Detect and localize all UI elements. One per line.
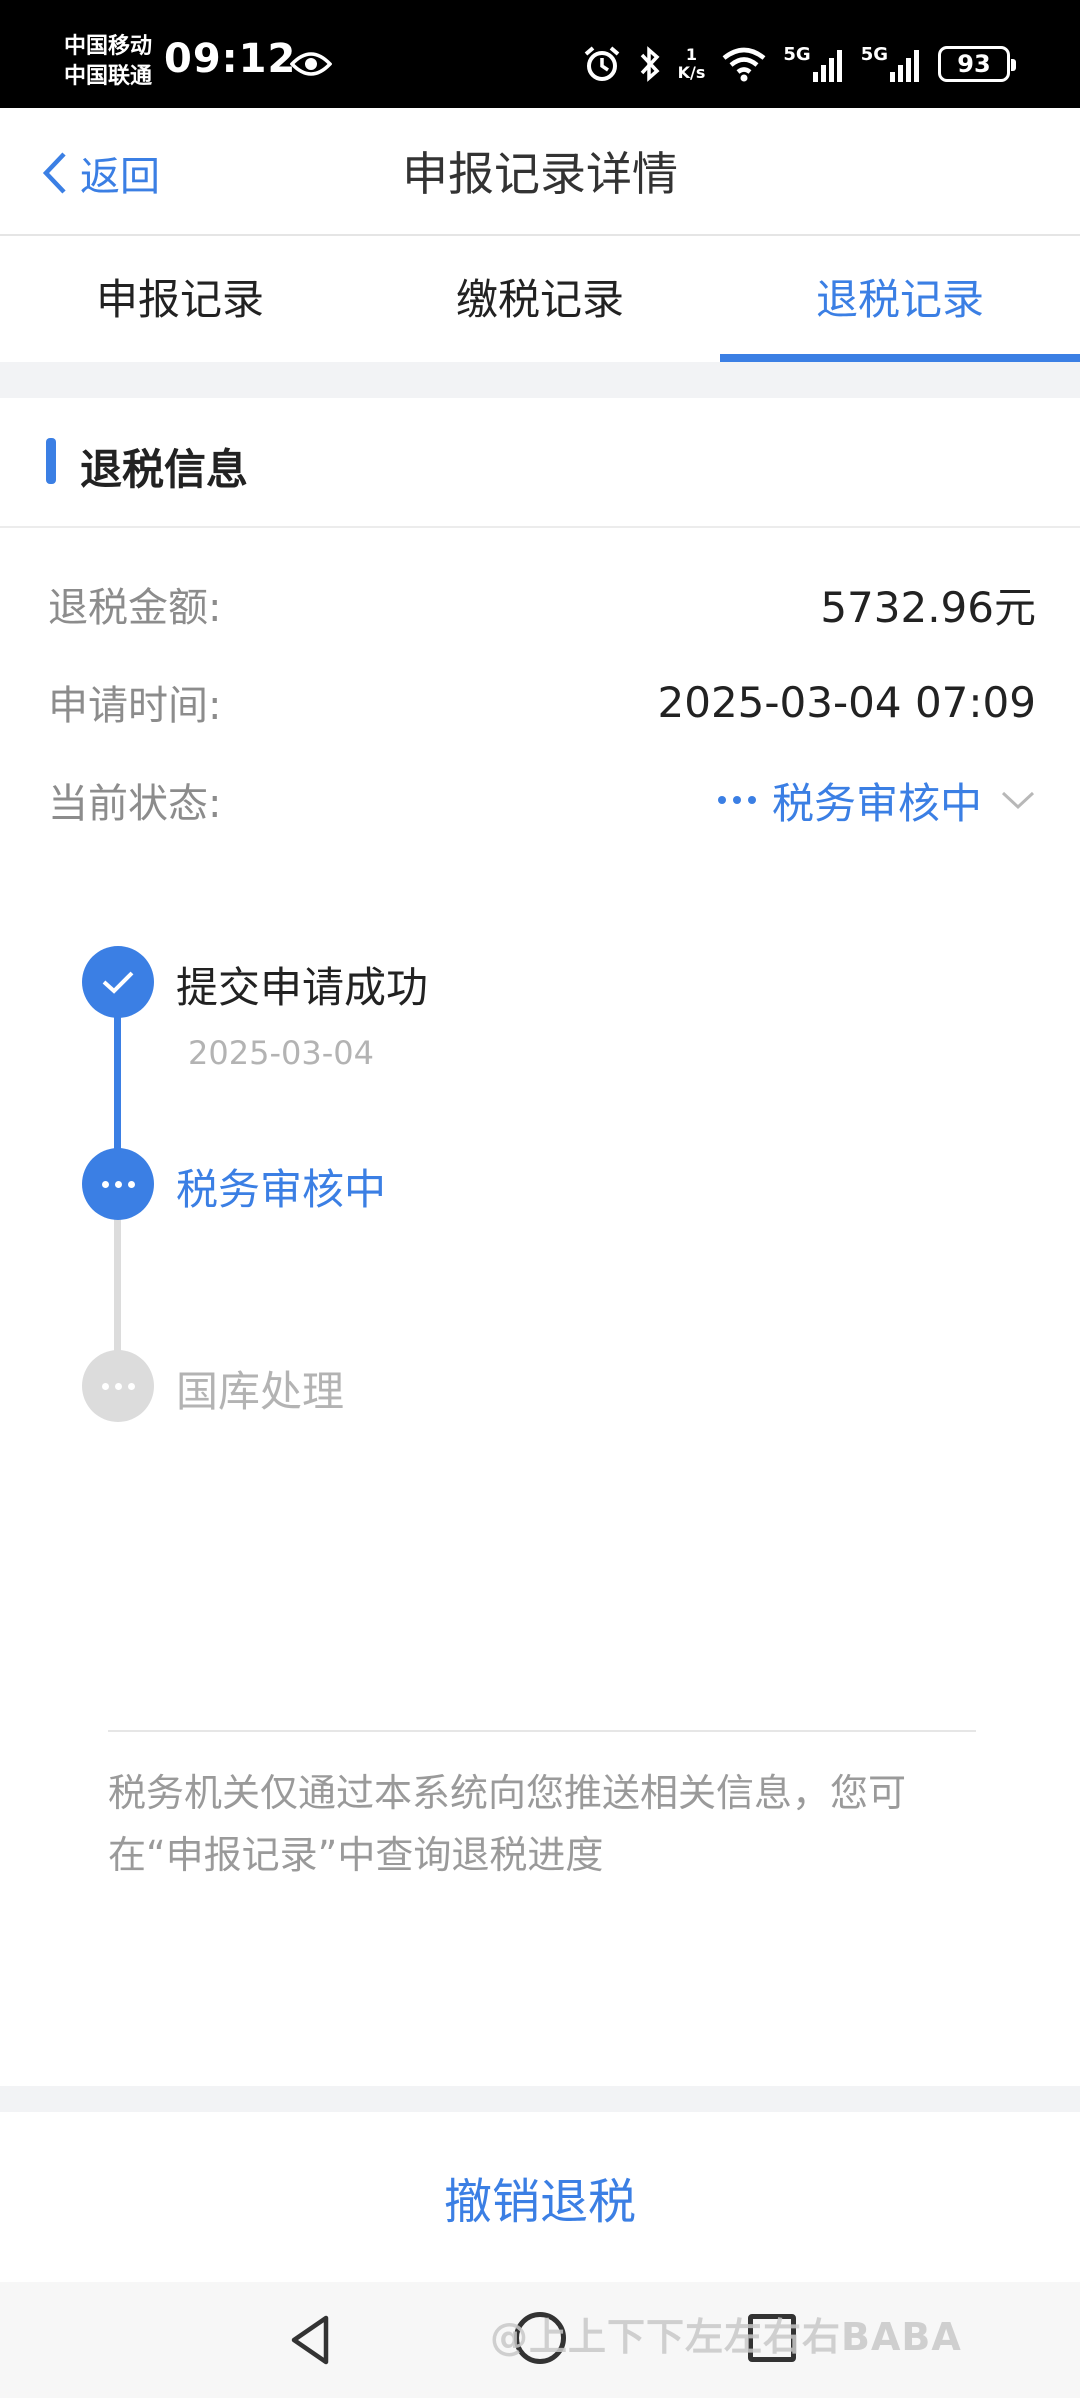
section-accent-bar <box>46 438 56 484</box>
watermark: @上上下下左左右右BABA <box>490 2315 962 2359</box>
record-tabs: 申报记录 缴税记录 退税记录 <box>0 238 1080 362</box>
signal-2-label: 5G <box>860 44 888 65</box>
step-current-node <box>82 1148 154 1220</box>
timeline-connector-pending <box>114 1218 121 1368</box>
speed-unit: K/s <box>677 63 706 82</box>
bluetooth-icon <box>640 46 660 82</box>
tab-declaration-records[interactable]: 申报记录 <box>0 238 360 362</box>
status-time: 09:12 <box>164 36 297 82</box>
step-1-title: 提交申请成功 <box>176 963 429 1012</box>
step-done-node <box>82 946 154 1018</box>
notice-divider <box>108 1730 976 1732</box>
alarm-icon <box>584 46 619 81</box>
section-header: 退税信息 <box>0 398 1080 528</box>
speed-value: 1 <box>685 45 698 64</box>
eye-icon <box>290 52 332 76</box>
current-status-row: 当前状态: 税务审核中 <box>48 770 1036 830</box>
cancel-area: 撤销退税 <box>0 2112 1080 2282</box>
carrier-names: 中国移动 中国联通 <box>64 32 152 92</box>
status-dropdown[interactable]: 税务审核中 <box>717 770 1036 831</box>
apply-time-row: 申请时间: 2025-03-04 07:09 <box>48 672 1036 732</box>
current-status-value: 税务审核中 <box>771 778 982 828</box>
check-icon <box>102 971 134 994</box>
page-title: 申报记录详情 <box>402 147 678 201</box>
system-nav-bar: @上上下下左左右右BABA <box>0 2282 1080 2398</box>
current-status-label: 当前状态: <box>48 781 222 827</box>
refund-amount-value: 5732.96元 <box>820 582 1036 632</box>
more-dots-icon <box>717 796 756 804</box>
notice-text: 税务机关仅通过本系统向您推送相关信息，您可在“申报记录”中查询退税进度 <box>108 1771 907 1877</box>
tab-payment-records[interactable]: 缴税记录 <box>360 238 720 362</box>
more-dots-icon <box>101 1382 135 1390</box>
refund-amount-label: 退税金额: <box>48 585 222 631</box>
signal-1-label: 5G <box>783 44 811 65</box>
more-dots-icon <box>101 1180 135 1188</box>
apply-time-value: 2025-03-04 07:09 <box>657 677 1036 727</box>
step-3-title: 国库处理 <box>176 1367 345 1416</box>
wifi-icon <box>722 47 766 82</box>
step-2-title: 税务审核中 <box>176 1165 387 1214</box>
section-gap <box>0 362 1080 398</box>
system-back-icon[interactable] <box>286 2312 334 2368</box>
nav-bar: 返回 申报记录详情 <box>0 108 1080 236</box>
step-pending-node <box>82 1350 154 1422</box>
apply-time-label: 申请时间: <box>48 683 222 729</box>
carrier-2: 中国联通 <box>64 64 153 89</box>
bottom-gap <box>0 2086 1080 2112</box>
timeline-connector-done <box>114 1016 121 1166</box>
step-1-date: 2025-03-04 <box>188 1034 374 1072</box>
refund-amount-row: 退税金额: 5732.96元 <box>48 574 1036 634</box>
battery-level: 93 <box>957 50 991 78</box>
battery-indicator: 93 <box>938 46 1016 82</box>
status-bar: 中国移动 中国联通 09:12 1 K/s 5G 5G 93 <box>0 0 1080 108</box>
tab-refund-records[interactable]: 退税记录 <box>720 238 1080 362</box>
cancel-refund-button[interactable]: 撤销退税 <box>444 2162 636 2232</box>
network-speed: 1 K/s <box>678 46 706 82</box>
section-title: 退税信息 <box>80 445 249 494</box>
signal-2-icon: 5G <box>861 44 922 84</box>
carrier-1: 中国移动 <box>64 34 153 59</box>
chevron-down-icon <box>1001 791 1035 810</box>
signal-1-icon: 5G <box>783 44 844 84</box>
